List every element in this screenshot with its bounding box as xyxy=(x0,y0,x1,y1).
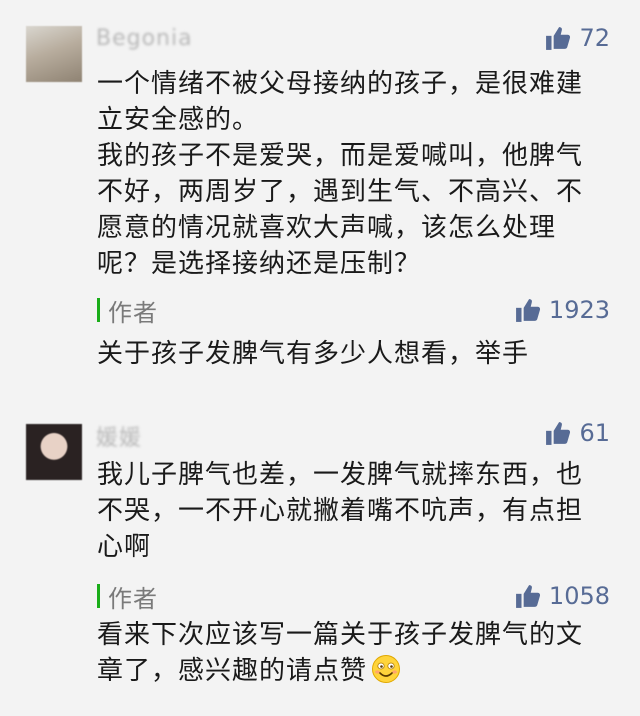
username[interactable]: Begonia xyxy=(96,26,193,51)
author-reply-text: 看来下次应该写一篇关于孩子发脾气的文章了，感兴趣的请点赞 xyxy=(97,617,607,689)
smile-emoji-icon xyxy=(372,655,401,683)
comment-text: 一个情绪不被父母接纳的孩子，是很难建立安全感的。 我的孩子不是爱哭，而是爱喊叫，… xyxy=(97,66,607,282)
author-like-button[interactable]: 1923 xyxy=(515,296,610,324)
comment-text-line1: 一个情绪不被父母接纳的孩子，是很难建立安全感的。 我的孩子不是爱哭，而是爱喊叫，… xyxy=(97,69,584,279)
author-reply-header: 作者 1923 xyxy=(97,293,610,328)
username[interactable]: 媛媛 xyxy=(96,420,142,452)
thumbs-up-icon xyxy=(546,422,571,445)
author-reply-header: 作者 1058 xyxy=(97,579,610,614)
like-button[interactable]: 72 xyxy=(545,24,610,52)
like-button[interactable]: 61 xyxy=(545,419,610,447)
thumbs-up-icon xyxy=(546,27,571,50)
author-tag: 作者 xyxy=(97,293,158,328)
like-count: 61 xyxy=(579,419,610,447)
author-indicator-bar xyxy=(97,298,100,322)
author-reply-text: 关于孩子发脾气有多少人想看，举手 xyxy=(97,339,530,369)
comment-list: Begonia 72 一个情绪不被父母接纳的孩子，是很难建立安全感的。 我的孩子… xyxy=(0,0,640,716)
author-like-count: 1058 xyxy=(548,582,610,610)
thumbs-up-icon xyxy=(516,299,540,322)
like-count: 72 xyxy=(579,24,610,52)
author-label: 作者 xyxy=(108,298,158,327)
author-indicator-bar xyxy=(97,584,100,608)
avatar[interactable] xyxy=(26,424,82,480)
thumbs-up-icon xyxy=(516,585,540,608)
author-reply-content: 看来下次应该写一篇关于孩子发脾气的文章了，感兴趣的请点赞 xyxy=(97,620,584,686)
author-like-count: 1923 xyxy=(548,296,610,324)
avatar[interactable] xyxy=(26,26,82,82)
author-like-button[interactable]: 1058 xyxy=(515,582,610,610)
author-label: 作者 xyxy=(108,584,158,613)
comment-text: 我儿子脾气也差，一发脾气就摔东西，也不哭，一不开心就撇着嘴不吭声，有点担心啊 xyxy=(97,460,584,562)
author-tag: 作者 xyxy=(97,579,158,614)
